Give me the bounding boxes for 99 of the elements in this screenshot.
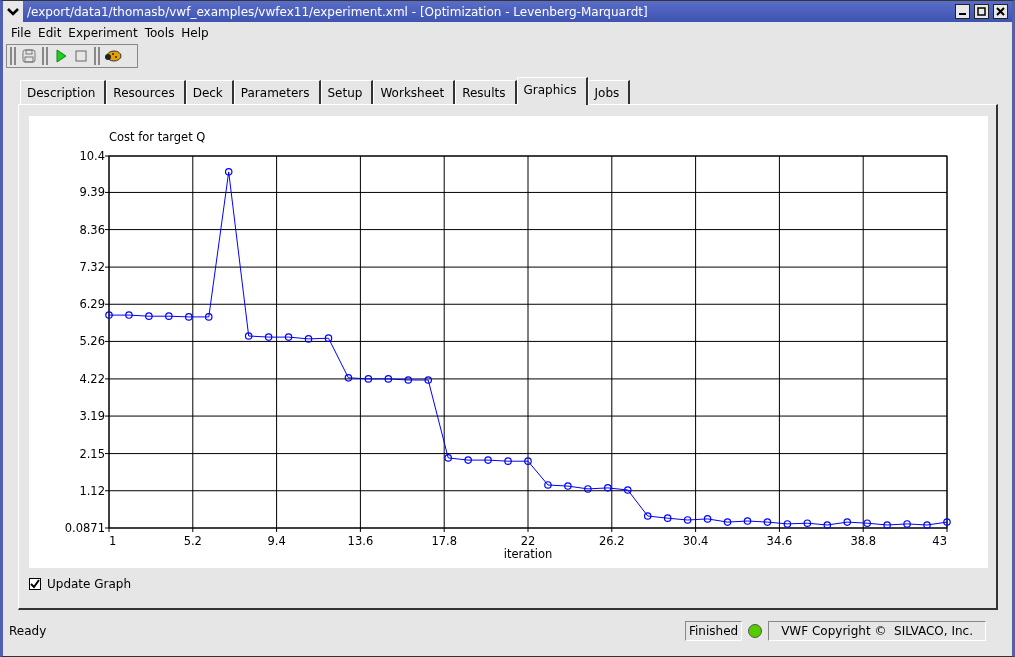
menu-item[interactable]: Experiment xyxy=(64,26,141,40)
x-tick-label: 43 xyxy=(932,534,947,548)
toolbar-grip[interactable] xyxy=(94,47,100,65)
tab[interactable]: Setup xyxy=(320,80,374,104)
y-tick-label: 8.36 xyxy=(79,222,105,237)
data-point xyxy=(903,520,911,528)
data-point xyxy=(204,313,213,321)
chart-title: Cost for target Q xyxy=(109,130,206,144)
data-point xyxy=(504,457,512,465)
y-tick-label: 0.0871 xyxy=(64,521,105,535)
data-point xyxy=(484,456,492,464)
data-point xyxy=(623,486,632,494)
close-button[interactable] xyxy=(993,4,1008,19)
y-tick-label: 4.22 xyxy=(79,371,105,386)
tab[interactable]: Results xyxy=(455,80,517,104)
x-tick-label: 22 xyxy=(520,534,536,548)
toolbar-grip[interactable] xyxy=(10,47,16,65)
data-point xyxy=(384,375,393,383)
x-axis-label: iteration xyxy=(503,547,553,561)
data-point xyxy=(464,456,472,464)
tab[interactable]: Description xyxy=(20,80,107,104)
maximize-button[interactable] xyxy=(974,4,989,19)
data-point xyxy=(783,520,792,528)
toolbar-grip[interactable] xyxy=(42,47,48,65)
data-point xyxy=(145,312,153,320)
menu-item[interactable]: Edit xyxy=(34,26,65,40)
data-point xyxy=(743,517,752,525)
data-point xyxy=(564,482,572,490)
data-point xyxy=(943,518,951,526)
window-menu-button[interactable] xyxy=(3,1,23,22)
chevron-icon xyxy=(7,7,19,16)
tab[interactable]: Resources xyxy=(106,80,186,104)
y-tick-label: 1.12 xyxy=(79,483,105,498)
data-point xyxy=(843,518,852,526)
data-point xyxy=(224,168,233,176)
data-point xyxy=(244,332,253,340)
play-icon xyxy=(55,49,67,63)
y-tick-label: 7.32 xyxy=(79,260,105,275)
y-tick-label: 2.15 xyxy=(79,446,105,461)
data-point xyxy=(165,312,173,320)
checkbox-label: Update Graph xyxy=(47,577,132,591)
data-point xyxy=(264,333,273,341)
y-tick-label: 6.29 xyxy=(79,297,105,312)
tab[interactable]: Jobs xyxy=(587,80,631,104)
x-tick-label: 5.2 xyxy=(183,534,202,548)
data-point xyxy=(324,334,333,342)
x-tick-label: 17.8 xyxy=(431,534,457,548)
x-tick-label: 26.2 xyxy=(599,534,625,548)
data-point xyxy=(703,515,712,523)
data-point xyxy=(544,481,552,489)
data-point xyxy=(863,519,871,527)
data-point xyxy=(584,485,592,493)
data-point xyxy=(604,484,612,492)
minimize-button[interactable] xyxy=(955,4,970,19)
window-title: /export/data1/thomasb/vwf_examples/vwfex11/experiment.xml - [Optimization - Levenberg-Marquardt] xyxy=(27,4,649,19)
data-point xyxy=(364,375,373,383)
data-point xyxy=(763,518,772,526)
maximize-icon xyxy=(977,7,986,16)
tab[interactable]: Deck xyxy=(185,80,234,104)
data-point xyxy=(424,376,433,384)
data-point xyxy=(683,516,692,524)
menu-item[interactable]: File xyxy=(7,26,35,40)
copyright-text: VWF Copyright © SILVACO, Inc. xyxy=(768,621,986,641)
data-point xyxy=(444,454,452,462)
status-message: Ready xyxy=(9,624,48,638)
data-point xyxy=(723,518,732,526)
data-point xyxy=(823,521,832,529)
data-point xyxy=(643,512,652,520)
checkbox[interactable] xyxy=(29,578,41,590)
y-tick-label: 3.19 xyxy=(79,409,105,424)
y-tick-label: 10.4 xyxy=(79,149,105,163)
data-point xyxy=(803,519,812,527)
stop-icon xyxy=(75,50,87,62)
data-point xyxy=(284,333,293,341)
data-point xyxy=(105,311,113,319)
tab[interactable]: Worksheet xyxy=(373,80,456,104)
tab[interactable]: Parameters xyxy=(233,80,321,104)
data-point xyxy=(404,376,413,384)
data-point xyxy=(125,311,133,319)
data-point xyxy=(524,457,532,465)
x-tick-label: 34.6 xyxy=(766,534,793,548)
x-tick-label: 30.4 xyxy=(682,534,709,548)
data-point xyxy=(185,313,193,321)
tab[interactable]: Graphics xyxy=(516,77,588,105)
menu-item[interactable]: Tools xyxy=(140,26,178,40)
data-point xyxy=(923,521,931,529)
data-point xyxy=(663,514,672,522)
close-icon xyxy=(996,7,1005,16)
menu-item[interactable]: Help xyxy=(177,26,212,40)
job-state: Finished xyxy=(685,621,743,641)
y-tick-label: 5.26 xyxy=(79,334,105,349)
x-tick-label: 1 xyxy=(109,534,117,548)
x-tick-label: 13.6 xyxy=(347,534,374,548)
data-point xyxy=(304,335,313,343)
x-tick-label: 38.8 xyxy=(850,534,876,548)
x-tick-label: 9.4 xyxy=(267,534,286,548)
y-tick-label: 9.39 xyxy=(79,185,105,200)
data-point xyxy=(344,374,353,382)
data-point xyxy=(883,521,891,529)
